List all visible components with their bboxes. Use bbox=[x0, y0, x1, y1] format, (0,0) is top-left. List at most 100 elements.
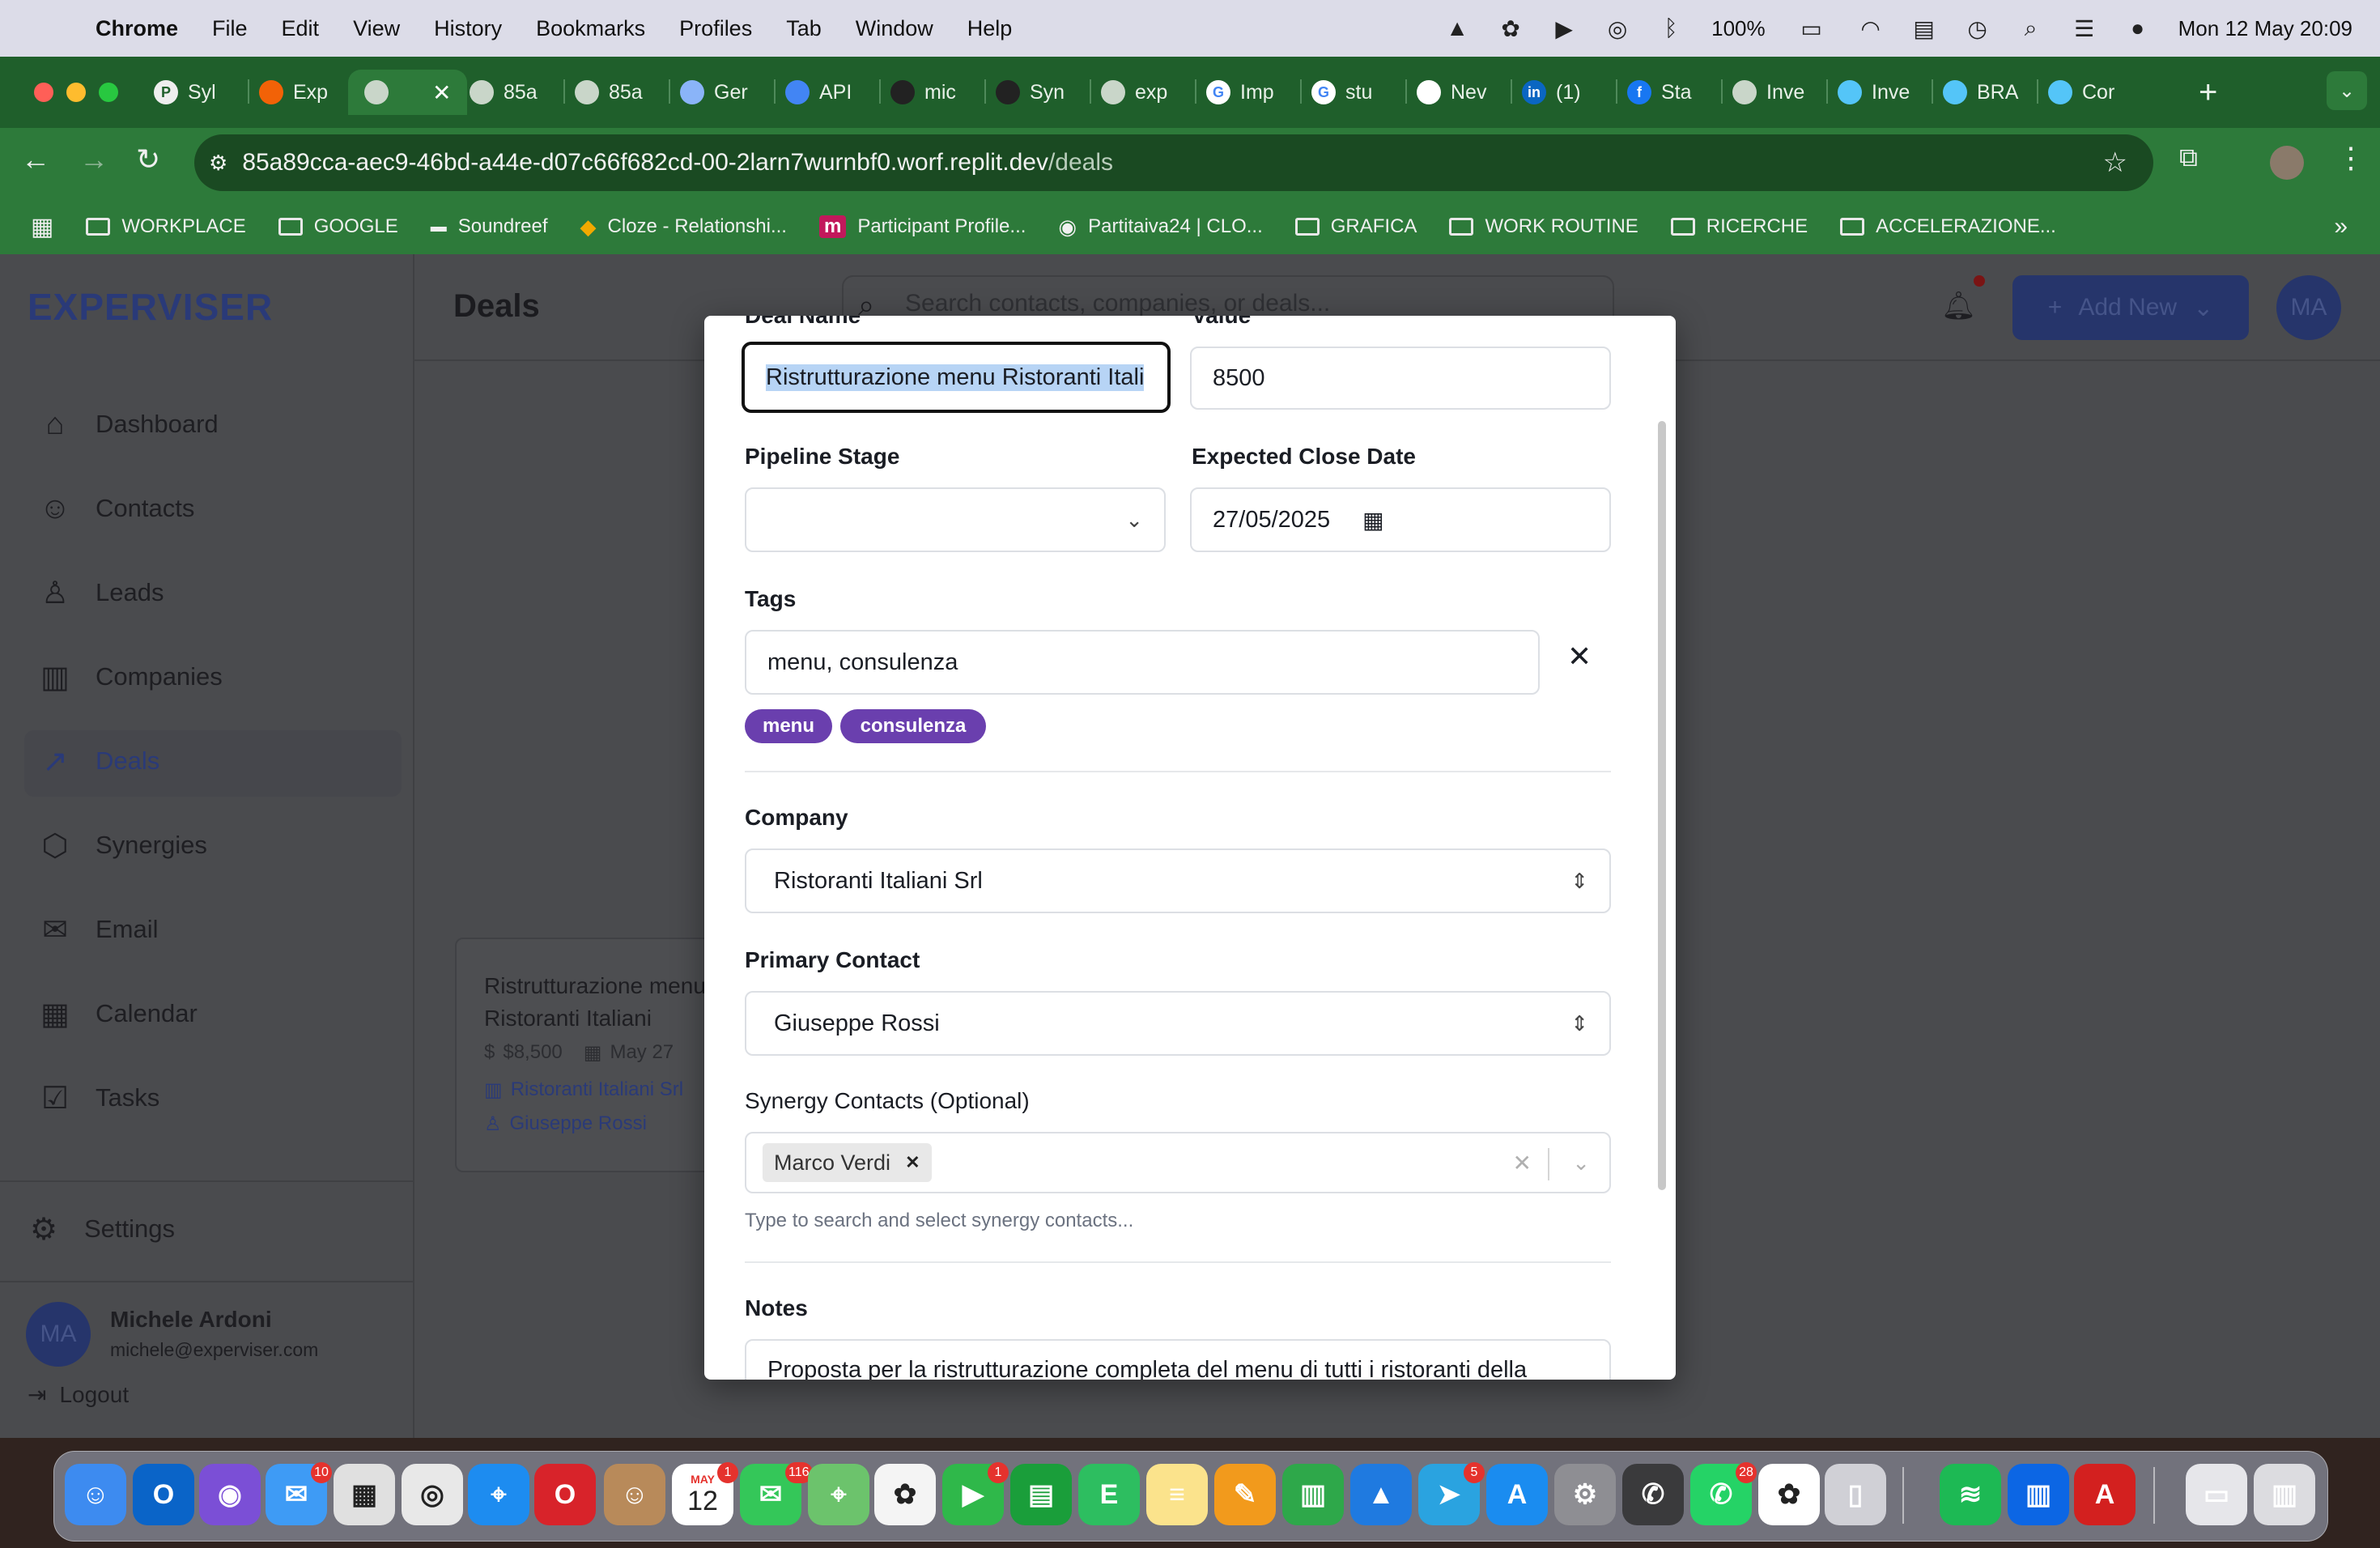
dock-trello-icon[interactable]: ▥ bbox=[2008, 1464, 2069, 1525]
nav-item-calendar[interactable]: ▦ Calendar bbox=[36, 981, 392, 1046]
menu-edit[interactable]: Edit bbox=[282, 16, 320, 41]
synergy-contacts-select[interactable]: Marco Verdi ✕ ✕ ⌄ bbox=[745, 1132, 1611, 1193]
bookmark-cloze[interactable]: ◆ Cloze - Relationshi... bbox=[580, 215, 787, 240]
clear-tags-icon[interactable]: ✕ bbox=[1567, 640, 1592, 674]
deal-card-company[interactable]: ▥ Ristoranti Italiani Srl bbox=[484, 1078, 683, 1102]
bookmark-ricerche[interactable]: RICERCHE bbox=[1670, 215, 1808, 238]
notes-textarea[interactable]: Proposta per la ristrutturazione complet… bbox=[745, 1339, 1611, 1380]
browser-tab[interactable]: mic bbox=[890, 70, 956, 115]
browser-tab[interactable]: Ger bbox=[680, 70, 748, 115]
menu-help[interactable]: Help bbox=[967, 16, 1013, 41]
siri-icon[interactable]: ● bbox=[2125, 15, 2151, 41]
nav-item-contacts[interactable]: ☺ Contacts bbox=[36, 476, 392, 541]
bell-icon[interactable]: 🔔︎ bbox=[1941, 290, 1976, 322]
dock-downloads-icon[interactable]: ▭ bbox=[2186, 1464, 2247, 1525]
browser-tab[interactable]: 85a bbox=[470, 70, 538, 115]
value-input[interactable]: 8500 bbox=[1190, 347, 1611, 410]
new-tab-icon[interactable]: + bbox=[2199, 74, 2217, 111]
browser-tab[interactable]: P Syl bbox=[154, 70, 216, 115]
bookmark-soundreef[interactable]: ▬ Soundreef bbox=[431, 215, 548, 238]
dock-contacts-icon[interactable]: ☺ bbox=[604, 1464, 665, 1525]
chrome-menu-icon[interactable]: ⋮ bbox=[2336, 141, 2365, 175]
dock-system-settings-icon[interactable]: ⚙ bbox=[1554, 1464, 1616, 1525]
dock-pages-icon[interactable]: ✎ bbox=[1214, 1464, 1276, 1525]
remove-chip-icon[interactable]: ✕ bbox=[905, 1152, 920, 1173]
clear-selection-icon[interactable]: ✕ bbox=[1513, 1150, 1532, 1176]
chevron-down-icon[interactable]: ⌄ bbox=[1572, 1150, 1590, 1176]
spotlight-search-icon[interactable]: ⌕ bbox=[2018, 15, 2044, 41]
nav-item-synergies[interactable]: ⬡ Synergies bbox=[36, 813, 392, 878]
dock-acrobat-icon[interactable]: A bbox=[2074, 1464, 2136, 1525]
apps-grid-icon[interactable]: ▦ bbox=[31, 213, 53, 241]
nav-item-tasks[interactable]: ☑ Tasks bbox=[36, 1065, 392, 1130]
menu-history[interactable]: History bbox=[434, 16, 502, 41]
dock-outlook-icon[interactable]: O bbox=[133, 1464, 194, 1525]
extensions-icon[interactable]: ⧉ bbox=[2179, 142, 2198, 173]
dock-finder-icon[interactable]: ☺ bbox=[65, 1464, 126, 1525]
logout-button[interactable]: ⇥ Logout bbox=[28, 1381, 129, 1408]
browser-tab[interactable]: exp bbox=[1101, 70, 1167, 115]
menubar-clock[interactable]: Mon 12 May 20:09 bbox=[2178, 16, 2352, 41]
menu-file[interactable]: File bbox=[212, 16, 248, 41]
header-avatar[interactable]: MA bbox=[2276, 275, 2341, 340]
menu-view[interactable]: View bbox=[353, 16, 400, 41]
tag-chip-menu[interactable]: menu bbox=[745, 709, 832, 743]
dock-numbers-icon[interactable]: ▥ bbox=[1282, 1464, 1344, 1525]
browser-tab[interactable]: Exp bbox=[259, 70, 328, 115]
dock-keynote-icon[interactable]: ▲ bbox=[1350, 1464, 1412, 1525]
dock-trash-icon[interactable]: ▥ bbox=[2254, 1464, 2315, 1525]
profile-avatar[interactable] bbox=[2270, 146, 2304, 180]
tab-search-chevron-icon[interactable]: ⌄ bbox=[2327, 71, 2367, 110]
user-avatar[interactable]: MA bbox=[26, 1302, 91, 1367]
nav-item-leads[interactable]: ♙ Leads bbox=[36, 560, 392, 625]
close-tab-icon[interactable]: ✕ bbox=[432, 79, 451, 106]
menu-bookmarks[interactable]: Bookmarks bbox=[536, 16, 645, 41]
calendar-picker-icon[interactable]: ▦ bbox=[1362, 507, 1383, 534]
more-bookmarks-icon[interactable]: » bbox=[2334, 213, 2348, 240]
dock-iphone-mirroring-icon[interactable]: ▯ bbox=[1825, 1464, 1886, 1525]
dock-phone-icon[interactable]: ✆ bbox=[1622, 1464, 1684, 1525]
bookmark-google[interactable]: GOOGLE bbox=[278, 215, 398, 238]
browser-tab[interactable]: G Imp bbox=[1206, 70, 1274, 115]
bookmark-partitaiva[interactable]: ◉ Partitaiva24 | CLO... bbox=[1058, 215, 1262, 240]
site-info-icon[interactable]: ⚙ bbox=[209, 151, 227, 176]
browser-tab[interactable]: Syn bbox=[996, 70, 1065, 115]
tag-chip-consulenza[interactable]: consulenza bbox=[840, 709, 986, 743]
nav-item-companies[interactable]: ▥ Companies bbox=[36, 644, 392, 709]
dock-chrome-icon[interactable]: ◎ bbox=[402, 1464, 463, 1525]
browser-tab[interactable]: Inve bbox=[1838, 70, 1910, 115]
tags-input[interactable]: menu, consulenza bbox=[745, 630, 1540, 695]
control-center-icon[interactable]: ☰ bbox=[2072, 15, 2097, 41]
browser-tab[interactable]: Gstu bbox=[1311, 70, 1372, 115]
dock-chatgpt-icon[interactable]: ✿ bbox=[1758, 1464, 1820, 1525]
nav-item-deals[interactable]: ↗ Deals bbox=[36, 729, 392, 793]
dock-siri-icon[interactable]: ◉ bbox=[199, 1464, 261, 1525]
menu-tab[interactable]: Tab bbox=[786, 16, 822, 41]
play-icon[interactable]: ▶ bbox=[1551, 15, 1577, 41]
bookmark-grafica[interactable]: GRAFICA bbox=[1294, 215, 1417, 238]
bookmark-participant[interactable]: m Participant Profile... bbox=[818, 215, 1026, 238]
battery-icon[interactable]: ▭ bbox=[1793, 15, 1830, 41]
close-date-input[interactable]: 27/05/2025 ▦ bbox=[1190, 487, 1611, 552]
browser-tab[interactable]: in (1) bbox=[1522, 70, 1581, 115]
menu-window[interactable]: Window bbox=[856, 16, 933, 41]
window-zoom-button[interactable] bbox=[99, 83, 118, 102]
browser-tab[interactable]: f Sta bbox=[1627, 70, 1692, 115]
dock-evernote-icon[interactable]: E bbox=[1078, 1464, 1140, 1525]
airdrop-icon[interactable]: ◎ bbox=[1604, 15, 1630, 41]
nav-item-email[interactable]: ✉ Email bbox=[36, 897, 392, 962]
bookmark-workplace[interactable]: WORKPLACE bbox=[86, 215, 246, 238]
reload-icon[interactable]: ↻ bbox=[136, 142, 160, 176]
browser-tab[interactable]: BRA bbox=[1943, 70, 2018, 115]
window-minimize-button[interactable] bbox=[66, 83, 86, 102]
apple-menu-icon[interactable] bbox=[32, 15, 57, 42]
browser-tab[interactable]: ✕ bbox=[348, 70, 468, 115]
nav-item-settings[interactable]: ⚙ Settings bbox=[24, 1197, 380, 1261]
menu-profiles[interactable]: Profiles bbox=[679, 16, 752, 41]
dock-numbers-chat-icon[interactable]: ▤ bbox=[1010, 1464, 1072, 1525]
deal-card-contact[interactable]: ♙ Giuseppe Rossi bbox=[484, 1112, 647, 1136]
add-new-button[interactable]: + Add New ⌄ bbox=[2012, 275, 2249, 340]
openai-status-icon[interactable]: ✿ bbox=[1498, 15, 1524, 41]
address-bar[interactable]: ⚙ 85a89cca-aec9-46bd-a44e-d07c66f682cd-0… bbox=[194, 134, 2153, 191]
nav-item-dashboard[interactable]: ⌂ Dashboard bbox=[36, 392, 392, 457]
